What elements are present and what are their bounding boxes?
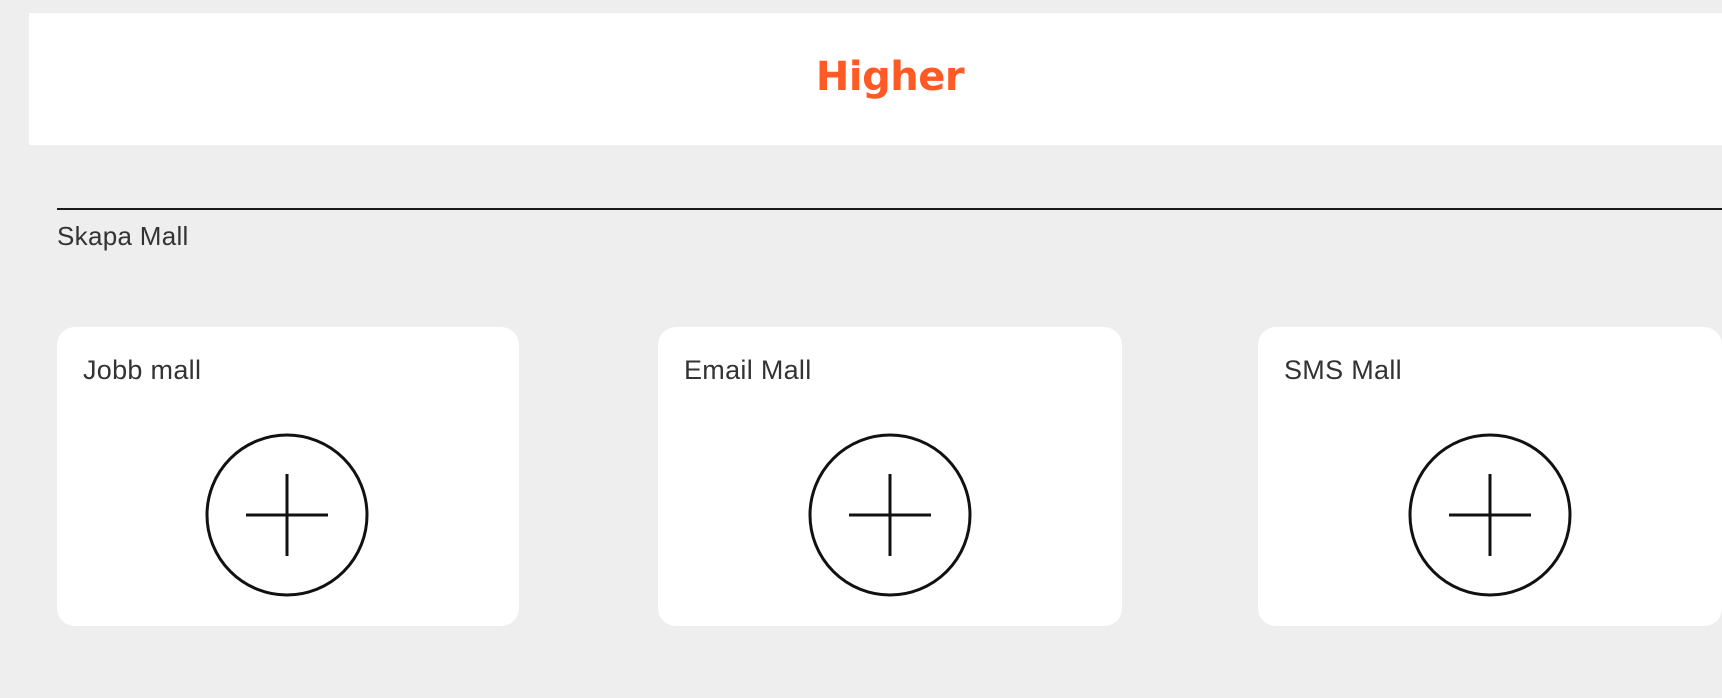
card-label: SMS Mall: [1284, 355, 1402, 385]
plus-circle-icon[interactable]: [1407, 432, 1573, 598]
card-label: Email Mall: [684, 355, 812, 385]
app-header: Higher: [29, 13, 1722, 145]
higher-logo[interactable]: Higher: [815, 54, 965, 100]
create-email-template-card[interactable]: Email Mall: [658, 327, 1122, 626]
logo-text: Higher: [815, 54, 965, 100]
create-job-template-card[interactable]: Jobb mall: [57, 327, 519, 626]
plus-circle-icon[interactable]: [204, 432, 370, 598]
card-label: Jobb mall: [83, 355, 202, 385]
create-sms-template-card[interactable]: SMS Mall: [1258, 327, 1722, 626]
section-title: Skapa Mall: [57, 221, 189, 251]
section-divider: [57, 208, 1722, 210]
plus-circle-icon[interactable]: [807, 432, 973, 598]
